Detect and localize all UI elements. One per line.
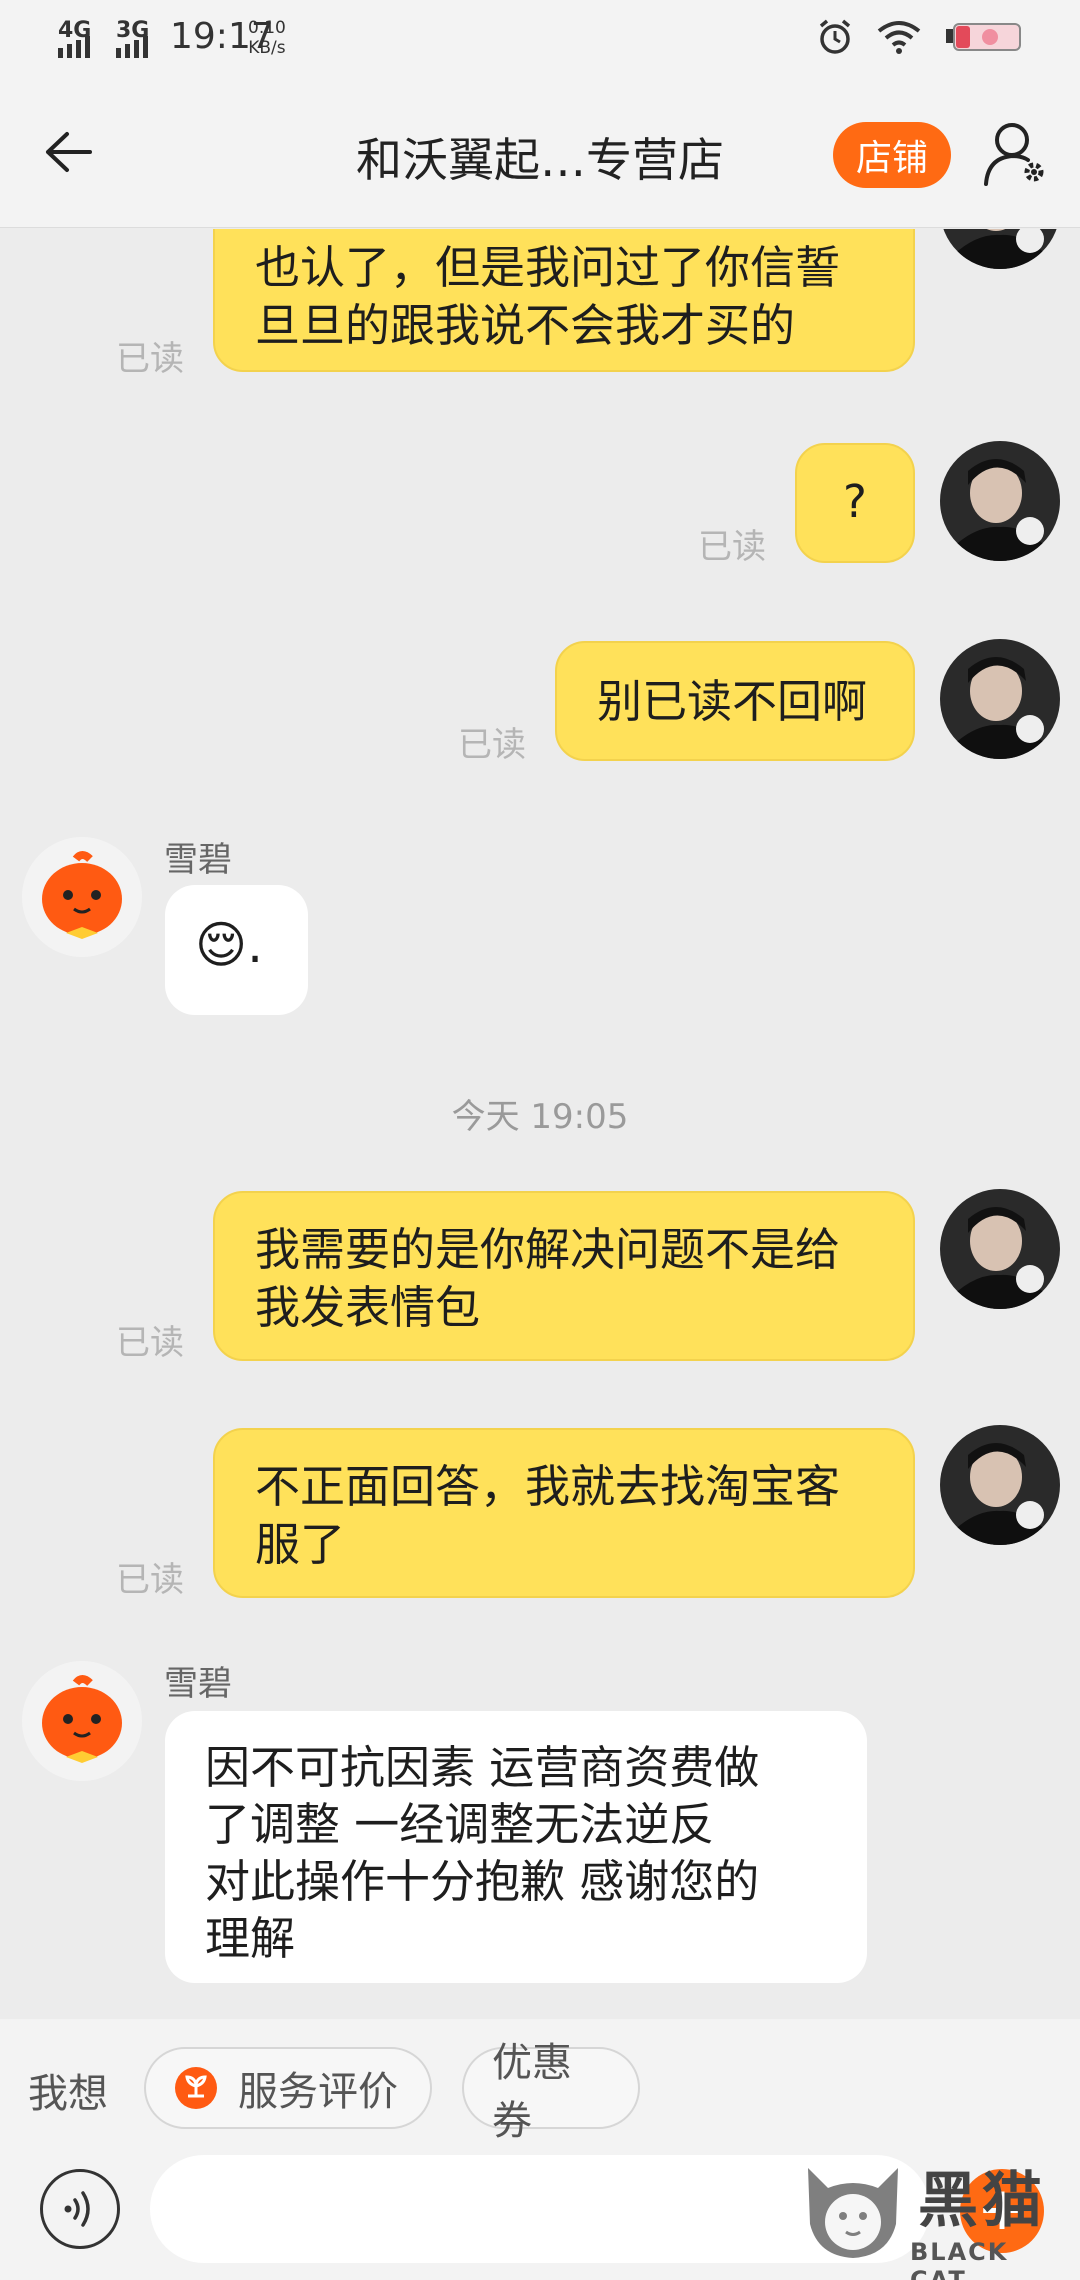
- person-settings-icon: [984, 123, 1044, 186]
- message-text: 我发表情包: [255, 1281, 481, 1334]
- signal-icon-2: [116, 36, 148, 58]
- message-text: 也认了，但是我问过了你信誓: [255, 241, 841, 294]
- voice-input-button[interactable]: [40, 2169, 120, 2249]
- avatar[interactable]: [940, 441, 1060, 561]
- message-text: 别已读不回啊: [597, 675, 868, 728]
- status-icons: [816, 18, 1024, 56]
- watermark: 黑猫 BLACK CAT: [798, 2150, 1068, 2280]
- watermark-cn: 黑猫: [918, 2166, 1046, 2236]
- shop-title: 和沃翼起…专营店: [356, 133, 724, 187]
- timestamp: 今天 19:05: [451, 1097, 629, 1137]
- black-cat-logo-icon: [808, 2168, 898, 2258]
- coupon-chip[interactable]: 优惠券: [462, 2040, 640, 2144]
- nav-bar: 和沃翼起…专营店 店铺: [0, 80, 1080, 228]
- network-speed: 0.10 KB/s: [248, 18, 286, 58]
- voice-icon: [64, 2191, 90, 2227]
- speed-unit: KB/s: [248, 38, 286, 58]
- back-arrow-icon: [46, 132, 92, 172]
- read-receipt: 已读: [116, 1560, 184, 1600]
- avatar[interactable]: [940, 1189, 1060, 1309]
- message-bubble-outgoing[interactable]: 不正面回答，我就去找淘宝客 服了: [213, 1428, 915, 1598]
- message-text: 😌.: [195, 916, 264, 974]
- message-text: 了调整 一经调整无法逆反: [205, 1798, 715, 1851]
- speed-value: 0.10: [248, 18, 286, 38]
- back-button[interactable]: [36, 120, 100, 184]
- alarm-icon: [819, 19, 851, 54]
- user-avatar-image: [940, 441, 1060, 561]
- avatar[interactable]: [940, 639, 1060, 759]
- message-text: 我需要的是你解决问题不是给: [255, 1223, 841, 1276]
- avatar[interactable]: [22, 1661, 142, 1781]
- signal-icon-1: [58, 36, 90, 58]
- avatar[interactable]: [940, 229, 1060, 269]
- battery-icon: [946, 23, 1021, 51]
- wifi-icon: [877, 21, 921, 54]
- quick-action-label: 我想: [28, 2071, 108, 2117]
- chip-label: 优惠券: [492, 2040, 572, 2144]
- message-text: 服了: [255, 1518, 346, 1571]
- chat-area[interactable]: 也认了，但是我问过了你信誓 旦旦的跟我说不会我才买的 已读 ? 已读 别已读不回…: [0, 229, 1080, 2019]
- status-bar: 4G 3G 19:17 0.10 KB/s: [0, 0, 1080, 80]
- read-receipt: 已读: [116, 1323, 184, 1363]
- user-avatar-image: [940, 1189, 1060, 1309]
- shop-mascot-icon: [22, 1661, 142, 1781]
- user-avatar-image: [940, 639, 1060, 759]
- message-text: 对此操作十分抱歉 感谢您的: [205, 1855, 760, 1908]
- quick-action-bar: 我想 服务评价 优惠券: [0, 2019, 1080, 2149]
- read-receipt: 已读: [458, 725, 526, 765]
- shop-button[interactable]: 店铺: [833, 122, 951, 188]
- read-receipt: 已读: [698, 527, 766, 567]
- message-bubble-outgoing[interactable]: 我需要的是你解决问题不是给 我发表情包: [213, 1191, 915, 1361]
- shop-mascot-icon: [22, 837, 142, 957]
- user-avatar-image: [940, 229, 1060, 269]
- message-bubble-outgoing[interactable]: ?: [795, 443, 915, 563]
- service-rating-icon: [175, 2067, 217, 2109]
- message-text: 理解: [205, 1912, 296, 1965]
- watermark-en: BLACK CAT: [910, 2238, 1009, 2280]
- user-avatar-image: [940, 1425, 1060, 1545]
- service-rating-chip[interactable]: 服务评价: [144, 2047, 432, 2129]
- message-bubble-outgoing[interactable]: 别已读不回啊: [555, 641, 915, 761]
- message-bubble-outgoing[interactable]: 也认了，但是我问过了你信誓 旦旦的跟我说不会我才买的: [213, 229, 915, 372]
- profile-settings-button[interactable]: [982, 118, 1052, 188]
- message-text: 因不可抗因素 运营商资费做: [205, 1741, 760, 1794]
- message-text: 旦旦的跟我说不会我才买的: [255, 299, 796, 352]
- message-bubble-incoming[interactable]: 因不可抗因素 运营商资费做 了调整 一经调整无法逆反 对此操作十分抱歉 感谢您的…: [165, 1711, 867, 1983]
- message-text: ?: [843, 475, 867, 528]
- chip-label: 服务评价: [238, 2069, 398, 2115]
- sender-name: 雪碧: [164, 840, 232, 880]
- input-bar: + 黑猫 BLACK CAT: [0, 2149, 1080, 2280]
- sender-name: 雪碧: [164, 1664, 232, 1704]
- avatar[interactable]: [22, 837, 142, 957]
- message-text: 不正面回答，我就去找淘宝客: [255, 1460, 841, 1513]
- read-receipt: 已读: [116, 339, 184, 379]
- message-bubble-incoming[interactable]: 😌.: [165, 885, 308, 1015]
- avatar[interactable]: [940, 1425, 1060, 1545]
